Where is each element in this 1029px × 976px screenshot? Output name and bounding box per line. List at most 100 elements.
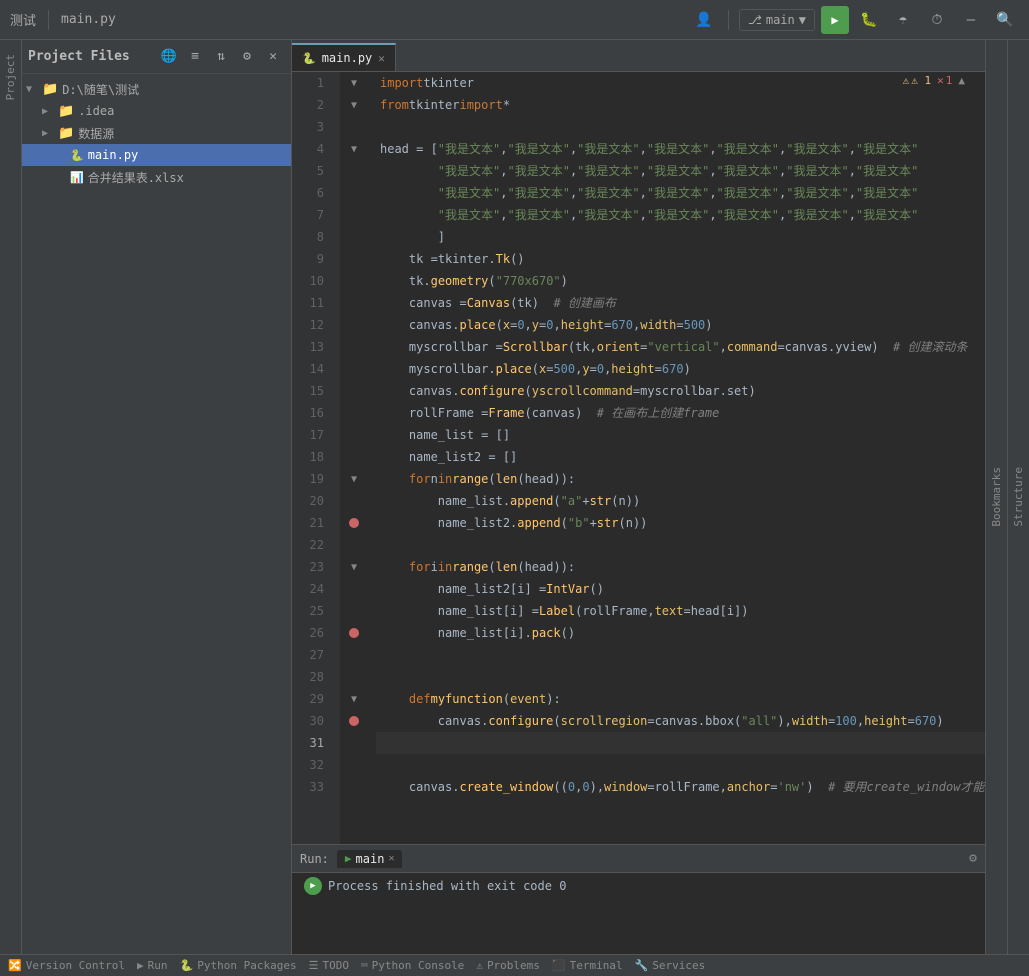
close-sidebar-icon[interactable]: ✕: [261, 45, 285, 69]
python-console-label: Python Console: [372, 959, 465, 972]
tab-mainpy[interactable]: 🐍 main.py ✕: [292, 43, 396, 71]
code-line[interactable]: name_list2[i] = IntVar(): [376, 578, 985, 600]
code-line[interactable]: [376, 754, 985, 776]
code-line[interactable]: [376, 732, 985, 754]
code-line[interactable]: myscrollbar = Scrollbar(tk, orient="vert…: [376, 336, 985, 358]
bottom-settings-icon[interactable]: ⚙: [969, 851, 977, 866]
gutter-row: ▼: [340, 556, 368, 578]
structure-label[interactable]: Structure: [1012, 467, 1025, 527]
terminal-icon: ⬛: [552, 959, 566, 972]
code-line[interactable]: canvas.create_window((0, 0), window=roll…: [376, 776, 985, 798]
code-line[interactable]: name_list2 = []: [376, 446, 985, 468]
search-icon[interactable]: 🔍: [991, 6, 1019, 34]
tab-close-icon[interactable]: ✕: [378, 52, 385, 65]
settings-sidebar-icon[interactable]: ⚙: [235, 45, 259, 69]
breakpoint-icon[interactable]: [349, 518, 359, 528]
gutter-row: [340, 358, 368, 380]
fold-icon[interactable]: ▼: [351, 694, 357, 705]
status-python-packages[interactable]: 🐍 Python Packages: [180, 959, 297, 972]
coverage-icon[interactable]: ☂: [889, 6, 917, 34]
fold-icon[interactable]: ▼: [351, 144, 357, 155]
bookmarks-panel: Bookmarks: [985, 40, 1007, 954]
run-button[interactable]: ▶: [821, 6, 849, 34]
run-play-button[interactable]: ▶: [304, 877, 322, 895]
main-area: Project Project Files 🌐 ≡ ⇅ ⚙ ✕ ▼ 📁 D:\随…: [0, 40, 1029, 954]
code-line[interactable]: name_list.append("a" + str(n)): [376, 490, 985, 512]
line-numbers: 1234567891011121314151617181920212223242…: [292, 72, 340, 844]
code-line[interactable]: [376, 644, 985, 666]
bottom-tab-close-icon[interactable]: ✕: [388, 853, 394, 864]
gutter-row: ▼: [340, 688, 368, 710]
tree-item-idea[interactable]: ▶ 📁 .idea: [22, 100, 291, 122]
code-line[interactable]: for n in range(len(head)):: [376, 468, 985, 490]
code-line[interactable]: head = ["我是文本", "我是文本", "我是文本", "我是文本", …: [376, 138, 985, 160]
fold-icon[interactable]: ▼: [351, 562, 357, 573]
branch-button[interactable]: ⎇ main ▼: [739, 9, 815, 31]
code-line[interactable]: import tkinter: [376, 72, 985, 94]
code-line[interactable]: name_list2.append("b" + str(n)): [376, 512, 985, 534]
code-line[interactable]: name_list = []: [376, 424, 985, 446]
add-icon[interactable]: 🌐: [157, 45, 181, 69]
code-line[interactable]: canvas.place(x=0, y=0, height=670, width…: [376, 314, 985, 336]
todo-icon: ☰: [309, 959, 319, 972]
status-terminal[interactable]: ⬛ Terminal: [552, 959, 623, 972]
project-label[interactable]: Project: [2, 50, 19, 104]
code-line[interactable]: name_list[i] = Label(rollFrame, text=hea…: [376, 600, 985, 622]
line-number: 16: [292, 402, 332, 424]
breakpoint-icon[interactable]: [349, 716, 359, 726]
code-line[interactable]: tk.geometry("770x670"): [376, 270, 985, 292]
debug-icon[interactable]: 🐛: [855, 6, 883, 34]
code-line[interactable]: canvas.configure(scrollregion=canvas.bbo…: [376, 710, 985, 732]
line-number: 33: [292, 776, 332, 798]
code-line[interactable]: "我是文本", "我是文本", "我是文本", "我是文本", "我是文本", …: [376, 160, 985, 182]
code-line[interactable]: name_list[i].pack(): [376, 622, 985, 644]
status-run[interactable]: ▶ Run: [137, 959, 168, 972]
sort-icon[interactable]: ≡: [183, 45, 207, 69]
code-line[interactable]: for i in range(len(head)):: [376, 556, 985, 578]
gutter-row: ▼: [340, 138, 368, 160]
code-line[interactable]: myscrollbar.place(x=500, y=0, height=670…: [376, 358, 985, 380]
fold-icon[interactable]: ▼: [351, 474, 357, 485]
status-todo[interactable]: ☰ TODO: [309, 959, 349, 972]
bottom-tab-label: main: [356, 852, 385, 866]
code-line[interactable]: canvas = Canvas(tk) # 创建画布: [376, 292, 985, 314]
line-number: 29: [292, 688, 332, 710]
fold-icon[interactable]: ▼: [351, 100, 357, 111]
code-line[interactable]: [376, 116, 985, 138]
run-status-label: Run: [148, 959, 168, 972]
code-line[interactable]: "我是文本", "我是文本", "我是文本", "我是文本", "我是文本", …: [376, 182, 985, 204]
breakpoint-icon[interactable]: [349, 628, 359, 638]
tab-py-icon: 🐍: [302, 52, 316, 65]
status-services[interactable]: 🔧 Services: [635, 959, 706, 972]
code-line[interactable]: rollFrame = Frame(canvas) # 在画布上创建frame: [376, 402, 985, 424]
line-number: 23: [292, 556, 332, 578]
minimize-icon[interactable]: —: [957, 6, 985, 34]
line-number: 24: [292, 578, 332, 600]
status-bar: 🔀 Version Control ▶ Run 🐍 Python Package…: [0, 954, 1029, 976]
code-line[interactable]: "我是文本", "我是文本", "我是文本", "我是文本", "我是文本", …: [376, 204, 985, 226]
code-line[interactable]: from tkinter import *: [376, 94, 985, 116]
code-line[interactable]: [376, 534, 985, 556]
code-line[interactable]: def myfunction(event):: [376, 688, 985, 710]
code-area[interactable]: import tkinterfrom tkinter import * head …: [368, 72, 985, 844]
code-line[interactable]: [376, 666, 985, 688]
problems-icon: ⚠: [476, 959, 483, 972]
tree-item-xlsx[interactable]: 📊 合并结果表.xlsx: [22, 166, 291, 188]
code-line[interactable]: canvas.configure(yscrollcommand=myscroll…: [376, 380, 985, 402]
tree-item-datasource[interactable]: ▶ 📁 数据源: [22, 122, 291, 144]
profile-run-icon[interactable]: ⏱: [923, 6, 951, 34]
tree-item-mainpy[interactable]: 🐍 main.py: [22, 144, 291, 166]
line-number: 28: [292, 666, 332, 688]
bookmarks-label[interactable]: Bookmarks: [990, 467, 1003, 527]
code-line[interactable]: ]: [376, 226, 985, 248]
status-version-control[interactable]: 🔀 Version Control: [8, 959, 125, 972]
tree-item-label: .idea: [78, 104, 114, 118]
fold-icon[interactable]: ▼: [351, 78, 357, 89]
profile-icon[interactable]: 👤: [690, 6, 718, 34]
expand-icon[interactable]: ⇅: [209, 45, 233, 69]
code-line[interactable]: tk = tkinter.Tk(): [376, 248, 985, 270]
bottom-tab-main[interactable]: ▶ main ✕: [337, 850, 403, 868]
tree-root[interactable]: ▼ 📁 D:\随笔\测试: [22, 78, 291, 100]
status-problems[interactable]: ⚠ Problems: [476, 959, 540, 972]
status-python-console[interactable]: ⌨ Python Console: [361, 959, 464, 972]
